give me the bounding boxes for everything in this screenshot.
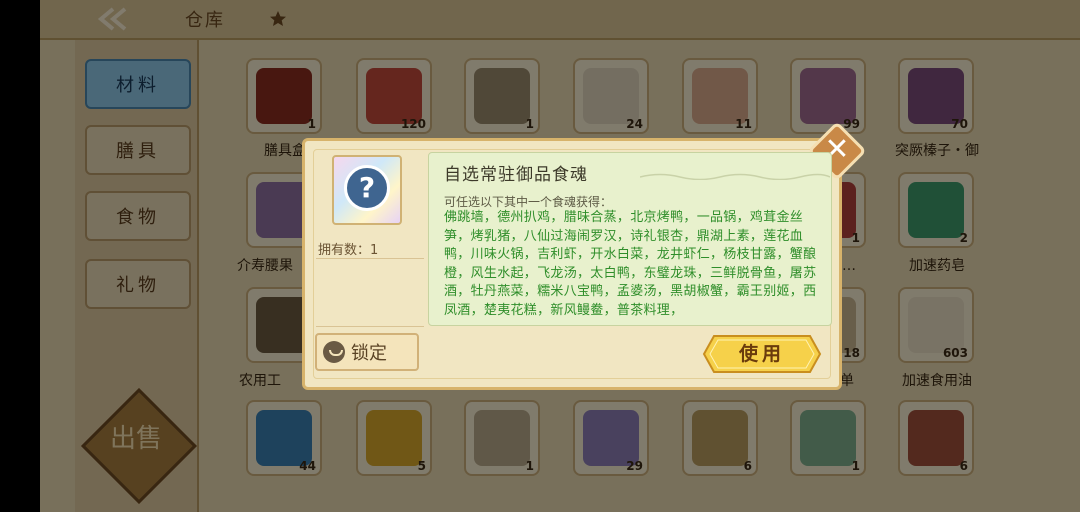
use-button-label[interactable]: 使用 [702,334,822,374]
item-slot[interactable]: 120 [356,58,432,134]
item-slot[interactable]: 5 [356,400,432,476]
badge-icon [692,410,748,466]
sell-emblem-label: 出售 [109,424,162,454]
item-qty: 1 [307,117,316,131]
tab-food[interactable]: 食物 [85,191,191,241]
item-name: 突厥榛子・御 [895,143,979,159]
tab-gifts[interactable]: 礼物 [85,259,191,309]
item-qty: 603 [942,346,968,360]
divider [316,258,424,259]
treasure-box-icon [256,68,312,124]
selectable-soul-list: 佛跳墙，德州扒鸡，腊味合蒸，北京烤鸭，一品锅，鸡茸金丝笋，烤乳猪，八仙过海闹罗汉… [444,210,817,318]
tab-materials[interactable]: 材料 [85,59,191,109]
item-slot[interactable]: 6 [682,400,758,476]
lock-label: 锁定 [351,343,387,364]
item-slot[interactable]: 29 [573,400,649,476]
oil-jar-icon [908,297,964,353]
decorative-wave-icon [640,173,830,180]
item-qty: 11 [735,117,752,131]
item-slot[interactable]: 1 [246,58,322,134]
steamed-buns-icon [692,68,748,124]
gift-box-icon [366,68,422,124]
soap-icon [908,182,964,238]
item-slot[interactable]: 603 [898,287,974,363]
item-slot[interactable]: 1 [464,400,540,476]
scroll-icon [474,68,530,124]
item-slot[interactable]: 1 [790,400,866,476]
item-slot[interactable]: 24 [573,58,649,134]
dialog-title: 自选常驻御品食魂 [444,165,588,185]
item-slot[interactable]: 2 [898,172,974,248]
item-qty: 6 [743,459,752,473]
lock-icon [323,341,345,363]
item-slot[interactable]: 11 [682,58,758,134]
item-qty: 29 [626,459,643,473]
item-qty: 2 [959,231,968,245]
item-slot[interactable]: 70 [898,58,974,134]
item-qty: 6 [959,459,968,473]
page-title: 仓库 [185,10,225,31]
item-qty: 24 [626,117,643,131]
flower-pastry-icon [800,68,856,124]
item-slot[interactable]: 99 [790,58,866,134]
item-qty: 120 [400,117,426,131]
stone-icon [474,410,530,466]
divider [316,326,424,327]
back-arrow-icon[interactable] [95,6,129,32]
hazelnut-icon [908,68,964,124]
favorite-star-icon[interactable] [268,9,288,29]
tab-utensils[interactable]: 膳具 [85,125,191,175]
item-qty: 5 [417,459,426,473]
item-slot[interactable]: 1 [464,58,540,134]
dumpling-icon [583,68,639,124]
spice-icon [908,410,964,466]
question-mark-icon: ? [344,165,390,211]
item-qty: 70 [951,117,968,131]
description-subtitle: 可任选以下其中一个食魂获得： [444,195,613,209]
item-slot[interactable]: 6 [898,400,974,476]
owned-count: 拥有数：1 [318,243,379,258]
ticket-blue-icon [256,410,312,466]
item-qty: 1 [525,117,534,131]
ticket-gold-icon [366,410,422,466]
item-name: 加速药皂 [909,258,965,274]
spoon-icon [583,410,639,466]
item-qty: 1 [525,459,534,473]
item-slot[interactable]: 44 [246,400,322,476]
item-qty: 1 [851,459,860,473]
item-qty: 1 [851,231,860,245]
item-qty: 44 [299,459,316,473]
item-name: 加速食用油 [902,373,972,389]
hexagon-medal-icon [800,410,856,466]
game-screen: 仓库 材料 膳具 食物 礼物 出售 1 120 1 24 11 99 70 膳具… [0,0,1080,512]
item-qty: 18 [843,346,860,360]
item-name: 农用工 [239,373,281,389]
lock-button[interactable]: 锁定 [315,333,419,371]
